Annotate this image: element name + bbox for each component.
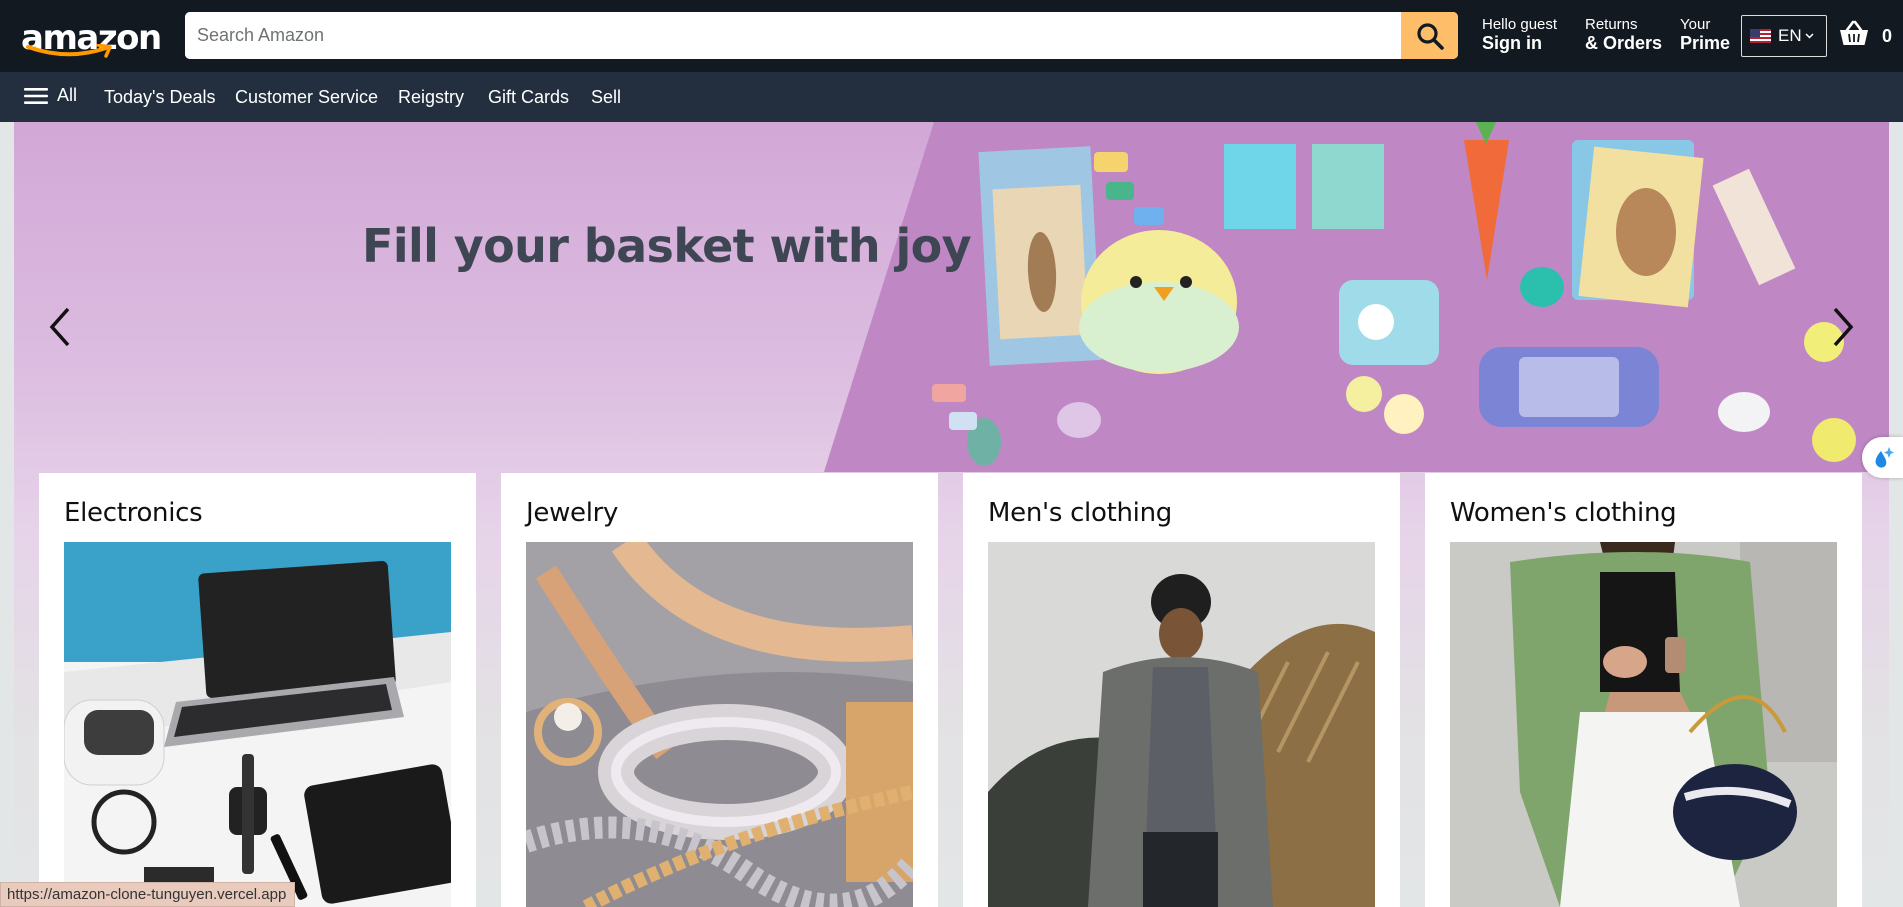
- top-header: amazon Hello guest Sign in Returns & Ord…: [0, 0, 1903, 72]
- cart-icon: [1840, 20, 1868, 45]
- orders-label: & Orders: [1585, 32, 1663, 53]
- electronics-image: [64, 542, 451, 907]
- womens-clothing-image: [1450, 542, 1837, 907]
- returns-label: Returns: [1585, 16, 1638, 33]
- search-button[interactable]: [1401, 12, 1458, 59]
- language-code: EN: [1778, 26, 1802, 45]
- hero-title: Fill your basket with joy: [362, 219, 972, 273]
- returns-orders-link[interactable]: Returns & Orders: [1585, 16, 1663, 53]
- amazon-logo[interactable]: amazon: [20, 14, 162, 64]
- logo-smile-icon: [26, 44, 112, 58]
- sign-in-link: Sign in: [1482, 32, 1542, 53]
- category-card-mens-clothing[interactable]: Men's clothing: [963, 473, 1400, 907]
- search-icon: [1416, 22, 1444, 50]
- prime-link[interactable]: Your Prime: [1680, 16, 1731, 53]
- nav-todays-deals[interactable]: Today's Deals: [104, 87, 216, 108]
- jewelry-image: [526, 542, 913, 907]
- search-bar: [185, 12, 1458, 59]
- sparkle-helper-icon: [1875, 446, 1894, 468]
- nav-bar: All Today's Deals Customer Service Reigs…: [0, 72, 1903, 122]
- us-flag-icon: [1750, 29, 1771, 43]
- cart-button[interactable]: 0: [1838, 19, 1898, 55]
- mens-clothing-image: [988, 542, 1375, 907]
- card-title: Electronics: [64, 498, 203, 528]
- nav-registry[interactable]: Reigstry: [398, 87, 464, 108]
- carousel-next-button[interactable]: [1813, 282, 1873, 372]
- account-menu[interactable]: Hello guest Sign in: [1482, 16, 1558, 53]
- account-greeting: Hello guest: [1482, 16, 1558, 33]
- search-input[interactable]: [185, 12, 1401, 59]
- nav-all-menu[interactable]: All: [24, 85, 77, 106]
- cart-count: 0: [1882, 26, 1893, 46]
- card-title: Women's clothing: [1450, 498, 1677, 528]
- category-card-jewelry[interactable]: Jewelry: [501, 473, 938, 907]
- prime-label-small: Your: [1680, 16, 1711, 33]
- category-card-womens-clothing[interactable]: Women's clothing: [1425, 473, 1862, 907]
- language-selector[interactable]: EN: [1741, 15, 1827, 57]
- sparkle-helper-button[interactable]: [1862, 437, 1903, 478]
- chevron-left-icon: [49, 307, 70, 347]
- carousel-prev-button[interactable]: [30, 282, 90, 372]
- hero-image: [824, 122, 1889, 472]
- card-title: Men's clothing: [988, 498, 1172, 528]
- nav-customer-service[interactable]: Customer Service: [235, 87, 378, 108]
- nav-sell[interactable]: Sell: [591, 87, 621, 108]
- chevron-right-icon: [1833, 307, 1854, 347]
- nav-all-label: All: [57, 85, 78, 105]
- nav-gift-cards[interactable]: Gift Cards: [488, 87, 569, 108]
- category-card-electronics[interactable]: Electronics: [39, 473, 476, 907]
- card-title: Jewelry: [526, 498, 619, 528]
- prime-label: Prime: [1680, 32, 1731, 53]
- chevron-down-icon: [1805, 33, 1814, 39]
- status-url: https://amazon-clone-tunguyen.vercel.app: [0, 882, 296, 907]
- hamburger-menu-icon: [24, 87, 48, 104]
